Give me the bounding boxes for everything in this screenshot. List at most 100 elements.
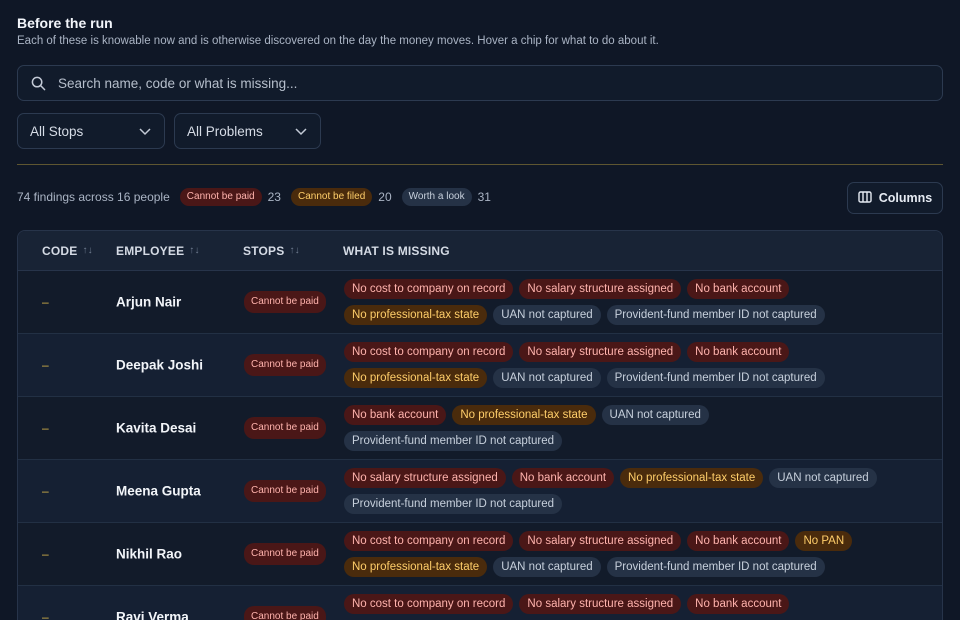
findings-summary-text: 74 findings across 16 people	[17, 190, 170, 204]
table-body: – Arjun Nair Cannot be paid No cost to comp…	[18, 271, 942, 620]
table-row[interactable]: – Deepak Joshi Cannot be paid No cost to co…	[18, 334, 942, 397]
missing-chip[interactable]: No bank account	[687, 342, 790, 362]
stops-filter-select[interactable]: All Stops	[17, 113, 165, 149]
missing-chip[interactable]: No professional-tax state	[344, 305, 488, 325]
missing-chips: No salary structure assigned No bank acco…	[344, 468, 904, 514]
employee-name[interactable]: Nikhil Rao	[116, 547, 182, 562]
missing-chip[interactable]: UAN not captured	[769, 468, 877, 488]
column-header-employee-label: EMPLOYEE	[116, 243, 185, 258]
missing-chip[interactable]: Provident-fund member ID not captured	[606, 368, 825, 388]
stop-badge: Cannot be paid	[244, 606, 326, 620]
missing-chips: No cost to company on record No salary st…	[344, 342, 904, 388]
table-header: CODE ↑↓ EMPLOYEE ↑↓ STOPS ↑↓ WHAT IS MIS…	[18, 231, 942, 271]
column-header-stops[interactable]: STOPS ↑↓	[243, 244, 300, 258]
missing-chip[interactable]: No cost to company on record	[344, 594, 514, 614]
column-header-employee[interactable]: EMPLOYEE ↑↓	[116, 244, 200, 258]
missing-chip[interactable]: No PAN	[795, 531, 853, 551]
filter-bar: All Stops All Problems	[17, 113, 321, 149]
stops-cell: Cannot be paid	[244, 480, 326, 502]
column-header-missing: WHAT IS MISSING	[343, 244, 450, 258]
missing-chip[interactable]: No bank account	[687, 279, 790, 299]
missing-chip[interactable]: No bank account	[344, 405, 447, 425]
missing-chips: No bank account No professional-tax state…	[344, 405, 904, 451]
stop-badge: Cannot be paid	[244, 291, 326, 313]
stops-cell: Cannot be paid	[244, 606, 326, 620]
columns-icon	[858, 190, 872, 206]
cannot-be-filed-badge: Cannot be filed	[290, 188, 373, 206]
cannot-be-paid-count: 23	[267, 190, 281, 204]
missing-chips: No cost to company on record No salary st…	[344, 594, 904, 614]
columns-button[interactable]: Columns	[847, 182, 943, 214]
sort-icon: ↑↓	[82, 245, 93, 256]
column-header-missing-label: WHAT IS MISSING	[343, 243, 450, 258]
page-subtitle: Each of these is knowable now and is oth…	[17, 35, 659, 47]
stops-cell: Cannot be paid	[244, 543, 326, 565]
employee-name[interactable]: Deepak Joshi	[116, 358, 203, 373]
missing-chip[interactable]: Provident-fund member ID not captured	[606, 557, 825, 577]
missing-chips: No cost to company on record No salary st…	[344, 279, 904, 325]
stop-badge: Cannot be paid	[244, 417, 326, 439]
missing-chip[interactable]: No professional-tax state	[344, 557, 488, 577]
missing-chip[interactable]: No salary structure assigned	[519, 279, 682, 299]
employee-name[interactable]: Arjun Nair	[116, 295, 181, 310]
missing-chip[interactable]: Provident-fund member ID not captured	[344, 494, 562, 514]
missing-chip[interactable]: No salary structure assigned	[344, 468, 506, 488]
search-icon	[18, 76, 58, 91]
section-divider	[17, 164, 943, 165]
missing-chip[interactable]: UAN not captured	[493, 557, 601, 577]
missing-chip[interactable]: No bank account	[687, 531, 790, 551]
employee-code: –	[42, 610, 49, 620]
employee-name[interactable]: Ravi Verma	[116, 610, 189, 620]
column-header-stops-label: STOPS	[243, 243, 285, 258]
missing-chip[interactable]: No salary structure assigned	[519, 342, 682, 362]
missing-chip[interactable]: No cost to company on record	[344, 531, 514, 551]
missing-chip[interactable]: UAN not captured	[601, 405, 709, 425]
sort-icon: ↑↓	[189, 245, 200, 256]
columns-button-label: Columns	[878, 191, 933, 205]
missing-chip[interactable]: No salary structure assigned	[519, 594, 682, 614]
column-header-code-label: CODE	[42, 243, 78, 258]
missing-chip[interactable]: No professional-tax state	[344, 368, 488, 388]
stops-cell: Cannot be paid	[244, 417, 326, 439]
employee-code: –	[42, 295, 49, 309]
problems-filter-value: All Problems	[187, 123, 263, 139]
stops-cell: Cannot be paid	[244, 291, 326, 313]
missing-chip[interactable]: Provident-fund member ID not captured	[606, 305, 825, 325]
table-row[interactable]: – Ravi Verma Cannot be paid No cost to comp…	[18, 586, 942, 620]
missing-chip[interactable]: No cost to company on record	[344, 279, 514, 299]
missing-chip[interactable]: UAN not captured	[493, 368, 601, 388]
stop-badge: Cannot be paid	[244, 543, 326, 565]
employee-name[interactable]: Kavita Desai	[116, 421, 196, 436]
table-row[interactable]: – Nikhil Rao Cannot be paid No cost to comp…	[18, 523, 942, 586]
page-title: Before the run	[17, 15, 113, 31]
stops-filter-value: All Stops	[30, 123, 84, 139]
missing-chip[interactable]: No professional-tax state	[452, 405, 596, 425]
missing-chip[interactable]: UAN not captured	[493, 305, 601, 325]
worth-a-look-badge: Worth a look	[401, 188, 472, 206]
sort-icon: ↑↓	[289, 245, 300, 256]
worth-a-look-count: 31	[477, 190, 491, 204]
missing-chip[interactable]: Provident-fund member ID not captured	[344, 431, 562, 451]
table-row[interactable]: – Meena Gupta Cannot be paid No salary stru…	[18, 460, 942, 523]
search-box[interactable]	[17, 65, 943, 101]
findings-table: CODE ↑↓ EMPLOYEE ↑↓ STOPS ↑↓ WHAT IS MIS…	[17, 230, 943, 620]
missing-chip[interactable]: No bank account	[687, 594, 790, 614]
cannot-be-paid-badge: Cannot be paid	[179, 188, 262, 206]
chevron-down-icon	[139, 124, 151, 139]
chevron-down-icon	[295, 124, 307, 139]
column-header-code[interactable]: CODE ↑↓	[42, 244, 93, 258]
table-row[interactable]: – Arjun Nair Cannot be paid No cost to comp…	[18, 271, 942, 334]
employee-code: –	[42, 547, 49, 561]
missing-chips: No cost to company on record No salary st…	[344, 531, 904, 577]
missing-chip[interactable]: No professional-tax state	[620, 468, 764, 488]
search-input[interactable]	[58, 75, 942, 91]
missing-chip[interactable]: No cost to company on record	[344, 342, 514, 362]
cannot-be-filed-count: 20	[378, 190, 392, 204]
problems-filter-select[interactable]: All Problems	[174, 113, 321, 149]
stop-badge: Cannot be paid	[244, 354, 326, 376]
employee-name[interactable]: Meena Gupta	[116, 484, 201, 499]
missing-chip[interactable]: No bank account	[511, 468, 615, 488]
stops-cell: Cannot be paid	[244, 354, 326, 376]
missing-chip[interactable]: No salary structure assigned	[519, 531, 682, 551]
table-row[interactable]: – Kavita Desai Cannot be paid No bank accou…	[18, 397, 942, 460]
